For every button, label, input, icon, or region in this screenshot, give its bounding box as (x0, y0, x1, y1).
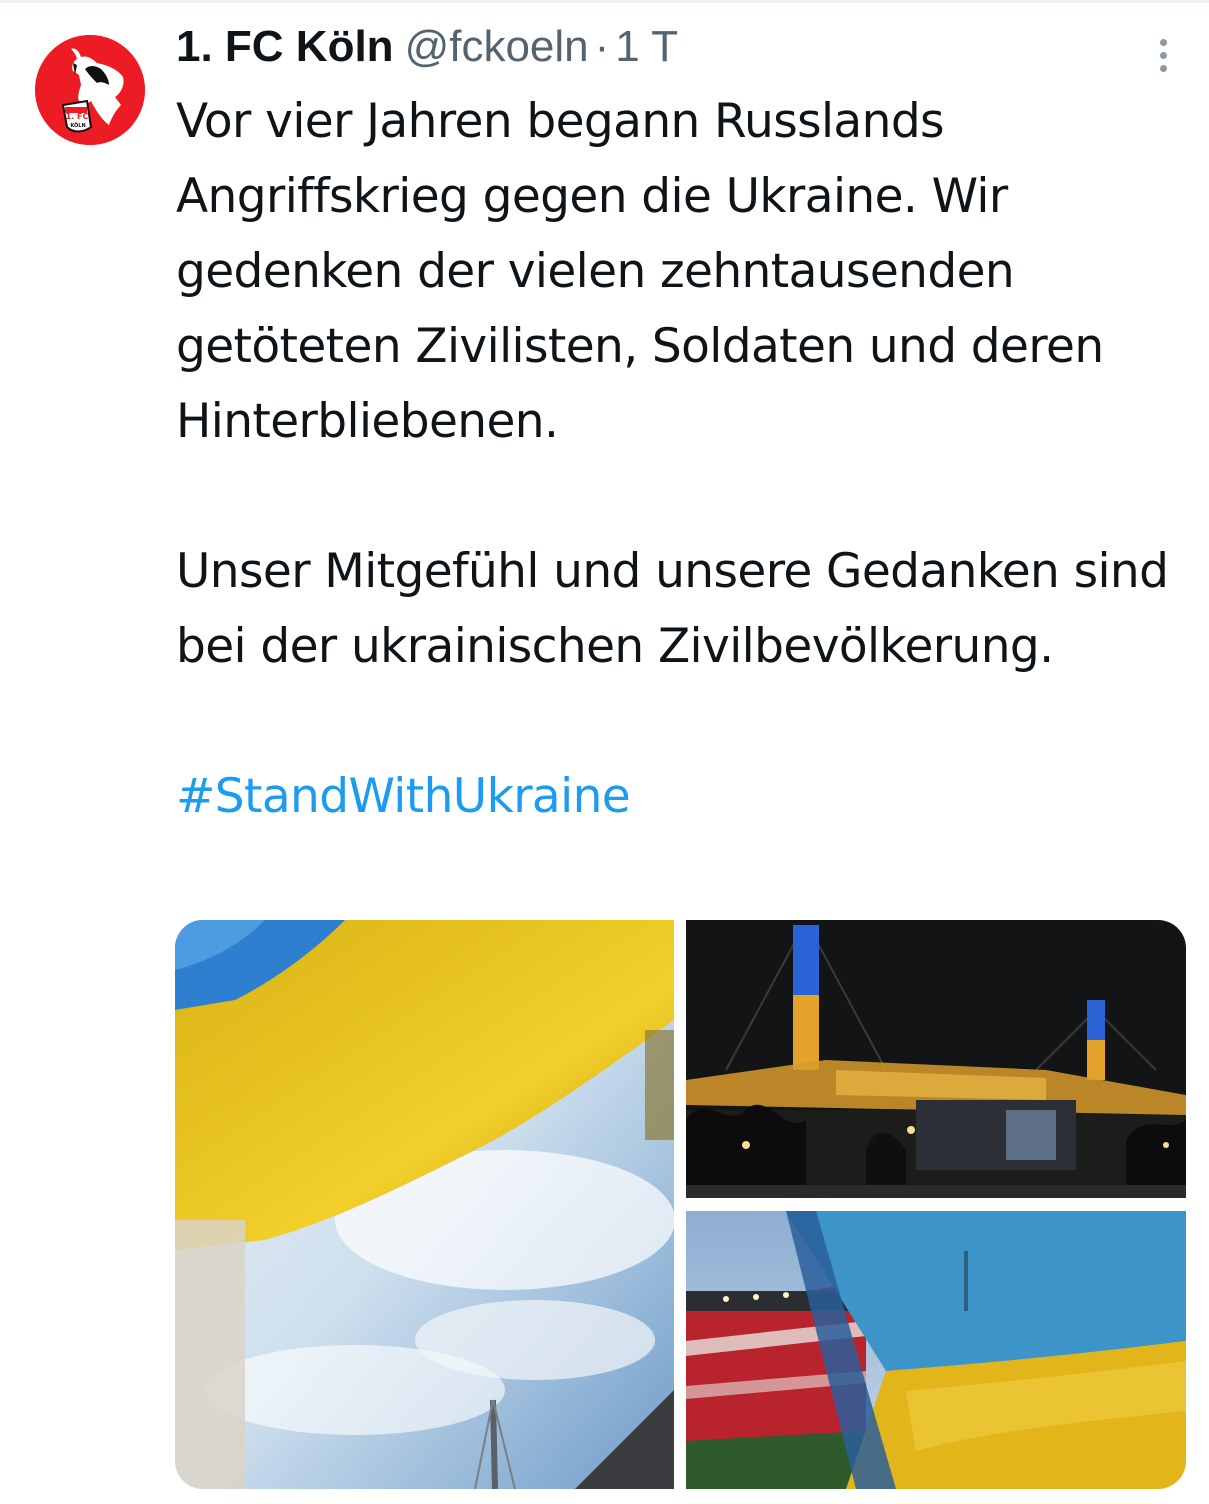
tweet-paragraph-2: Unser Mitgefühl und unsere Gedanken sind… (176, 544, 1169, 674)
more-dot (1160, 52, 1167, 59)
user-handle[interactable]: @fckoeln (405, 22, 589, 72)
photo-stadium-night[interactable] (686, 920, 1186, 1198)
photo-stadium-night-image (686, 920, 1186, 1198)
avatar[interactable]: 1. FC KÖLN (35, 35, 145, 145)
display-name[interactable]: 1. FC Köln (176, 22, 394, 72)
media-grid (175, 920, 1186, 1489)
logo-text-top: 1. FC (66, 112, 89, 121)
photo-flag-sky-image (175, 920, 674, 1489)
logo-text-bottom: KÖLN (70, 122, 85, 129)
photo-flag-sky[interactable] (175, 920, 674, 1489)
separator-dot: · (594, 22, 610, 71)
tweet-paragraph-1: Vor vier Jahren begann Russlands Angriff… (176, 94, 1104, 449)
tweet-text: Vor vier Jahren begann Russlands Angriff… (176, 84, 1176, 834)
more-dot (1160, 65, 1167, 72)
photo-flag-stadium-image (686, 1211, 1186, 1489)
hashtag-link[interactable]: #StandWithUkraine (176, 769, 631, 824)
photo-flag-stadium[interactable] (686, 1211, 1186, 1489)
more-dot (1160, 39, 1167, 46)
top-divider (0, 0, 1209, 3)
fc-koeln-logo: 1. FC KÖLN (35, 35, 145, 145)
more-vertical-icon[interactable] (1148, 36, 1178, 76)
tweet-header: 1. FC Köln @fckoeln · 1 T (176, 22, 678, 78)
timestamp[interactable]: 1 T (615, 22, 678, 72)
